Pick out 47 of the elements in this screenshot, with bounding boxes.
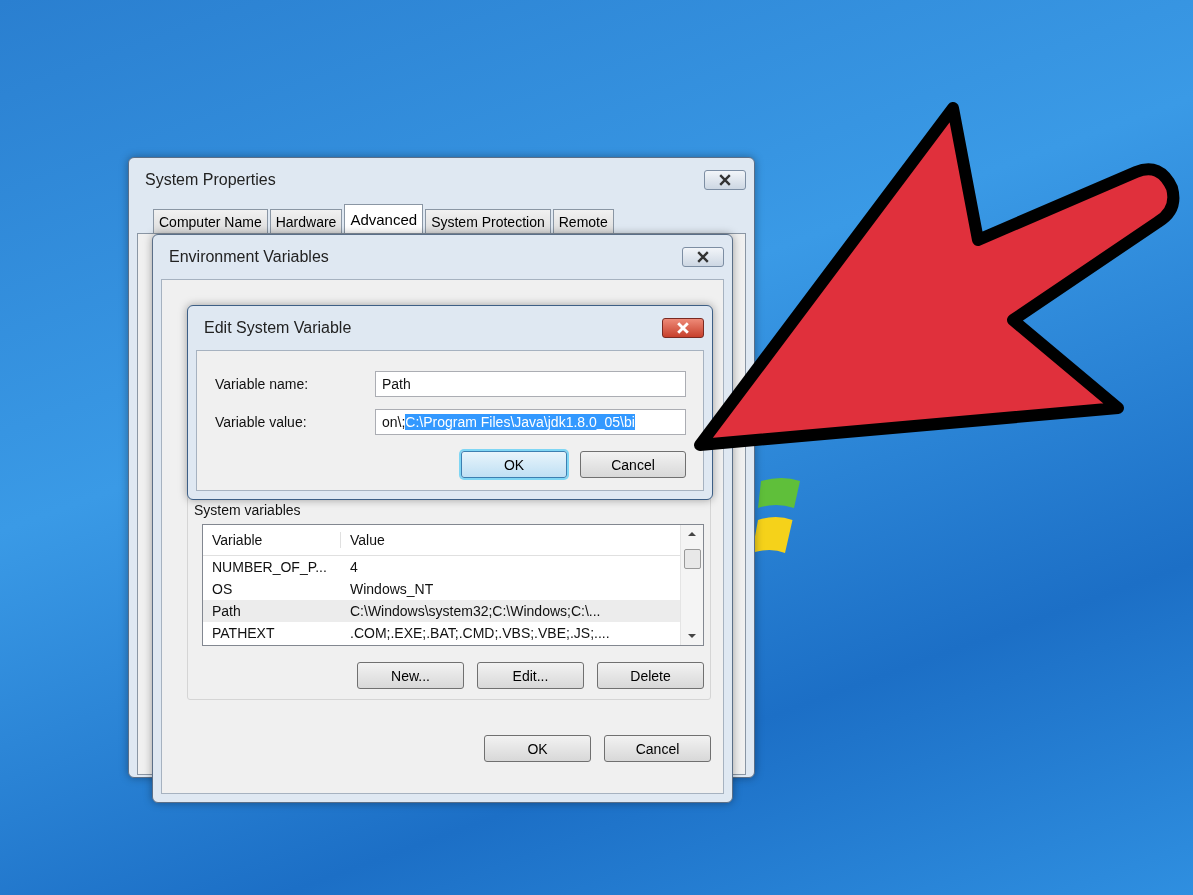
text-field[interactable]: on\;C:\Program Files\Java\jdk1.8.0_05\bi [375,409,686,435]
list-row[interactable]: Path C:\Windows\system32;C:\Windows;C:\... [203,600,680,622]
field-label: Variable name: [215,376,310,392]
list-row[interactable]: NUMBER_OF_P... 4 [203,556,680,578]
value-cell-text: .COM;.EXE;.BAT;.CMD;.VBS;.VBE;.JS;.... [349,625,610,641]
selected-text: C:\Program Files\Java\jdk1.8.0_05\bi [405,414,635,430]
group-label: System variables [194,502,302,518]
list-row[interactable]: PATHEXT .COM;.EXE;.BAT;.CMD;.VBS;.VBE;.JS;.... [203,622,680,644]
close-button[interactable] [704,170,746,190]
variable-cell-text: NUMBER_OF_P... [211,559,328,575]
variable-cell-text: OS [211,581,234,597]
scrollbar[interactable] [680,525,703,645]
dialog-button[interactable]: New... [357,662,464,689]
scroll-thumb[interactable] [683,549,701,569]
tab[interactable]: Remote [552,209,614,233]
text-field[interactable]: Path [375,371,686,397]
column-header[interactable]: Value [341,532,385,548]
dialog-button[interactable]: Cancel [604,735,711,762]
dialog-button[interactable]: OK [484,735,591,762]
close-button[interactable] [662,318,704,338]
dialog-button[interactable]: OK [461,451,567,478]
window-title: Edit System Variable [204,319,352,337]
window-title: Environment Variables [169,248,329,266]
value-cell-text: 4 [349,559,358,575]
dialog-button[interactable]: Delete [597,662,704,689]
value-cell-text: C:\Windows\system32;C:\Windows;C:\... [349,603,601,619]
tab[interactable]: Hardware [269,209,343,233]
field-label: Variable value: [215,414,308,430]
field-value: Path [382,376,411,392]
dialog-button[interactable]: Cancel [580,451,686,478]
scroll-down-icon[interactable] [687,633,697,639]
tab[interactable]: System Protection [425,209,551,233]
column-header[interactable]: Variable [203,532,341,548]
value-cell-text: Windows_NT [349,581,434,597]
scroll-up-icon[interactable] [687,531,697,537]
variable-cell-text: PATHEXT [211,625,276,641]
tab[interactable]: Computer Name [153,209,268,233]
close-button[interactable] [682,247,724,267]
close-icon [677,322,689,334]
variable-cell-text: Path [211,603,242,619]
field-value: on\; [382,414,406,430]
close-icon [719,174,731,186]
window-title: System Properties [145,171,276,189]
tab[interactable]: Advanced [344,204,424,233]
list-row[interactable]: OS Windows_NT [203,578,680,600]
dialog-button[interactable]: Edit... [477,662,584,689]
close-icon [697,251,709,263]
